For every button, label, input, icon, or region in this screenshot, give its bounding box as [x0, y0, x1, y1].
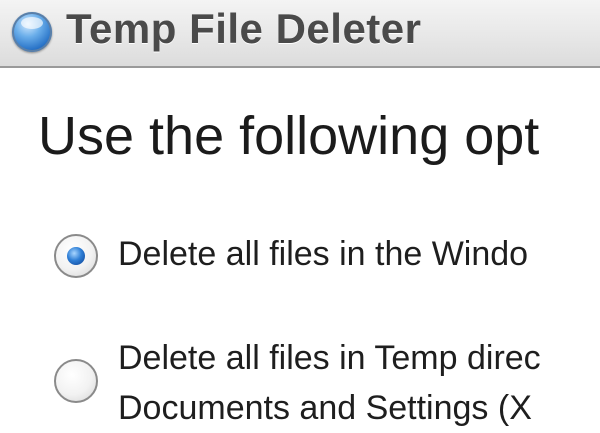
option-2-label[interactable]: Delete all files in Temp direc Documents… [118, 333, 541, 433]
app-orb-icon [12, 12, 52, 52]
title-bar: Temp File Deleter [0, 0, 600, 68]
option-1-label[interactable]: Delete all files in the Windo [118, 229, 528, 279]
window-title: Temp File Deleter [66, 5, 422, 52]
page-heading: Use the following opt [38, 106, 540, 166]
main-content: Use the following opt Delete all files i… [0, 68, 600, 427]
option-2-radio[interactable] [54, 359, 98, 403]
option-2-label-line1: Delete all files in Temp direc [118, 339, 541, 377]
option-1-radio[interactable] [54, 234, 98, 278]
option-2-label-line2: Documents and Settings (X [118, 389, 532, 427]
